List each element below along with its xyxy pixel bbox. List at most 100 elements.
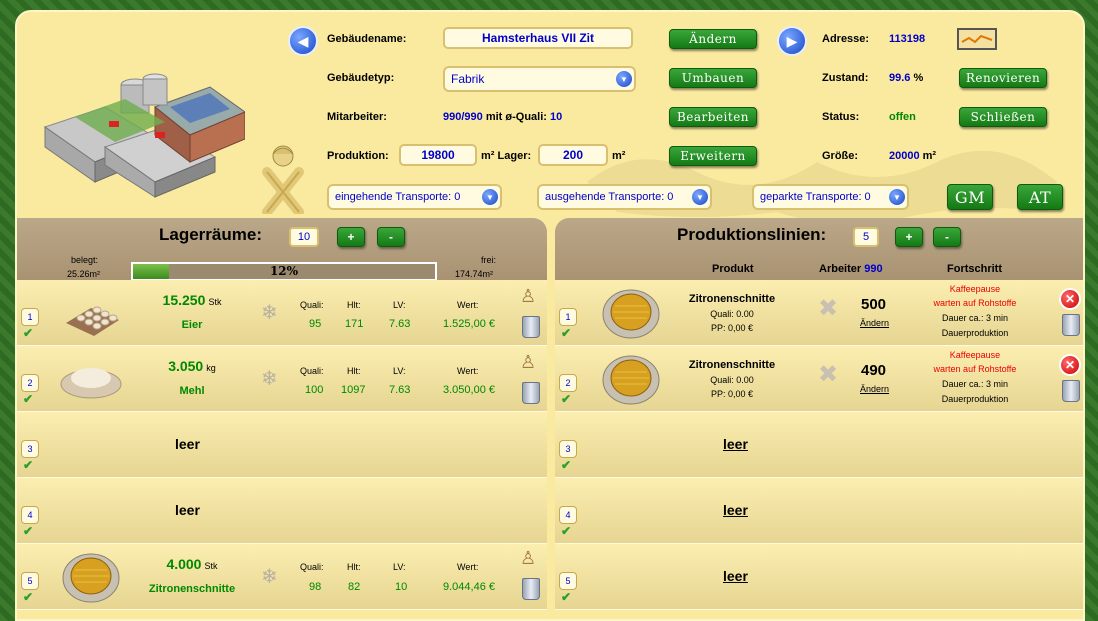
- production-field[interactable]: 19800: [399, 144, 477, 166]
- check-icon: ✔: [561, 458, 572, 472]
- trash-icon[interactable]: [522, 382, 540, 404]
- close-building-button[interactable]: Schließen: [959, 107, 1047, 127]
- empty-slot-label: leer: [175, 436, 200, 452]
- edit-staff-button[interactable]: Bearbeiten: [669, 107, 757, 127]
- empty-line-link[interactable]: leer: [723, 568, 748, 584]
- wert-header: Wert:: [457, 300, 479, 310]
- slot-number[interactable]: 4: [559, 506, 577, 524]
- change-workers-link[interactable]: Ändern: [860, 318, 889, 328]
- workers-header-value: 990: [864, 263, 883, 275]
- production-remove-button[interactable]: -: [933, 227, 961, 247]
- staff-label: Mitarbeiter:: [327, 111, 387, 123]
- status-label: Status:: [822, 111, 860, 123]
- trash-icon[interactable]: [1062, 380, 1080, 402]
- lv-header: LV:: [393, 366, 406, 376]
- storage-free-value: 174.74m²: [455, 269, 494, 279]
- chevron-down-icon: ▼: [616, 71, 632, 87]
- address-label: Adresse:: [822, 33, 870, 45]
- production-duration: Dauer ca.: 3 min: [941, 313, 1009, 323]
- change-name-button[interactable]: Ändern: [669, 29, 757, 49]
- slot-number[interactable]: 5: [559, 572, 577, 590]
- product-column-header: Produkt: [712, 263, 754, 275]
- empty-line-link[interactable]: leer: [723, 436, 748, 452]
- section-divider: [547, 218, 555, 619]
- wert-header: Wert:: [457, 366, 479, 376]
- lv-value: 7.63: [389, 318, 411, 330]
- slot-number[interactable]: 3: [559, 440, 577, 458]
- production-count-field[interactable]: 5: [853, 227, 879, 247]
- production-row-4: 4 ✔ leer: [555, 478, 1083, 544]
- building-name-field[interactable]: Hamsterhaus VII Zit: [443, 27, 633, 49]
- snowflake-icon: ❄: [261, 302, 278, 324]
- expand-button[interactable]: Erweitern: [669, 146, 757, 166]
- rebuild-button[interactable]: Umbauen: [669, 68, 757, 88]
- production-product-name: Zitronenschnitte: [688, 293, 776, 305]
- change-workers-link[interactable]: Ändern: [860, 384, 889, 394]
- storage-remove-button[interactable]: -: [377, 227, 405, 247]
- slot-number[interactable]: 2: [21, 374, 39, 392]
- eggs-product-icon: [66, 306, 119, 336]
- storage-count-field[interactable]: 10: [289, 227, 319, 247]
- lemon-slice-product-icon: [602, 355, 660, 405]
- wert-header: Wert:: [457, 562, 479, 572]
- trash-icon[interactable]: [522, 316, 540, 338]
- slot-number[interactable]: 2: [559, 374, 577, 392]
- worker-figure-icon: [262, 145, 304, 214]
- slot-number[interactable]: 3: [21, 440, 39, 458]
- cancel-production-icon[interactable]: ✕: [1059, 354, 1081, 376]
- production-pp: PP: 0,00 €: [710, 323, 754, 333]
- building-type-select[interactable]: Fabrik ▼: [443, 66, 636, 92]
- parked-transports-text: geparkte Transporte: 0: [760, 191, 871, 203]
- storage-add-button[interactable]: +: [337, 227, 365, 247]
- cancel-production-icon[interactable]: ✕: [1059, 288, 1081, 310]
- size-value-group: 20000 m²: [889, 150, 936, 162]
- wert-value: 9.044,46 €: [443, 581, 495, 593]
- previous-building-arrow-icon[interactable]: ◀: [288, 26, 318, 56]
- production-add-button[interactable]: +: [895, 227, 923, 247]
- trash-icon[interactable]: [1062, 314, 1080, 336]
- chevron-down-icon: ▼: [889, 189, 905, 205]
- slot-number[interactable]: 1: [559, 308, 577, 326]
- production-row-2: 2 ✔ Zitronenschnitte Quali: 0.00 PP: 0,0…: [555, 346, 1083, 412]
- check-icon: ✔: [23, 326, 34, 340]
- staff-value: 990/990: [443, 111, 483, 123]
- production-row-1: 1 ✔ Zitronenschnitte Quali: 0.00 PP: 0,0…: [555, 280, 1083, 346]
- incoming-transports-text: eingehende Transporte: 0: [335, 191, 461, 203]
- address-map-icon[interactable]: [957, 28, 997, 50]
- hand-truck-icon[interactable]: ♙: [520, 352, 536, 373]
- quali-header: Quali:: [300, 300, 324, 310]
- staff-value-group: 990/990 mit ø-Quali: 10: [443, 111, 562, 123]
- product-name: Mehl: [179, 385, 205, 397]
- outgoing-transports-select[interactable]: ausgehende Transporte: 0 ▼: [537, 184, 712, 210]
- at-button[interactable]: AT: [1017, 184, 1063, 210]
- empty-line-link[interactable]: leer: [723, 502, 748, 518]
- hand-truck-icon[interactable]: ♙: [520, 548, 536, 569]
- gm-button[interactable]: GM: [947, 184, 993, 210]
- hand-truck-icon[interactable]: ♙: [520, 286, 536, 307]
- snowflake-icon: ❄: [261, 566, 278, 588]
- slot-number[interactable]: 1: [21, 308, 39, 326]
- flour-product-icon: [60, 368, 122, 399]
- incoming-transports-select[interactable]: eingehende Transporte: 0 ▼: [327, 184, 502, 210]
- condition-value: 99.6: [889, 72, 911, 84]
- trash-icon[interactable]: [522, 578, 540, 600]
- storage-amount: 4.000 Stk: [137, 556, 247, 572]
- production-workers-value: 500: [861, 296, 887, 313]
- quali-header: Quali:: [300, 366, 324, 376]
- lemon-slice-product-icon: [62, 553, 120, 603]
- storage-field[interactable]: 200: [538, 144, 608, 166]
- renovate-button[interactable]: Renovieren: [959, 68, 1047, 88]
- quali-header: Quali:: [300, 562, 324, 572]
- check-icon: ✔: [561, 590, 572, 604]
- slot-number[interactable]: 4: [21, 506, 39, 524]
- storage-unit: m²: [612, 150, 626, 162]
- building-type-label: Gebäudetyp:: [327, 72, 395, 84]
- slot-number[interactable]: 5: [21, 572, 39, 590]
- next-building-arrow-icon[interactable]: ▶: [777, 26, 807, 56]
- production-pp: PP: 0,00 €: [710, 389, 754, 399]
- storage-row-2: 2 ✔ 3.050 kg Mehl ❄ Quali: Hlt: LV: Wert…: [17, 346, 547, 412]
- storage-amount: 3.050 kg: [137, 358, 247, 374]
- status-waiting: warten auf Rohstoffe: [933, 364, 1017, 374]
- storage-used-label: belegt:: [71, 255, 99, 265]
- parked-transports-select[interactable]: geparkte Transporte: 0 ▼: [752, 184, 909, 210]
